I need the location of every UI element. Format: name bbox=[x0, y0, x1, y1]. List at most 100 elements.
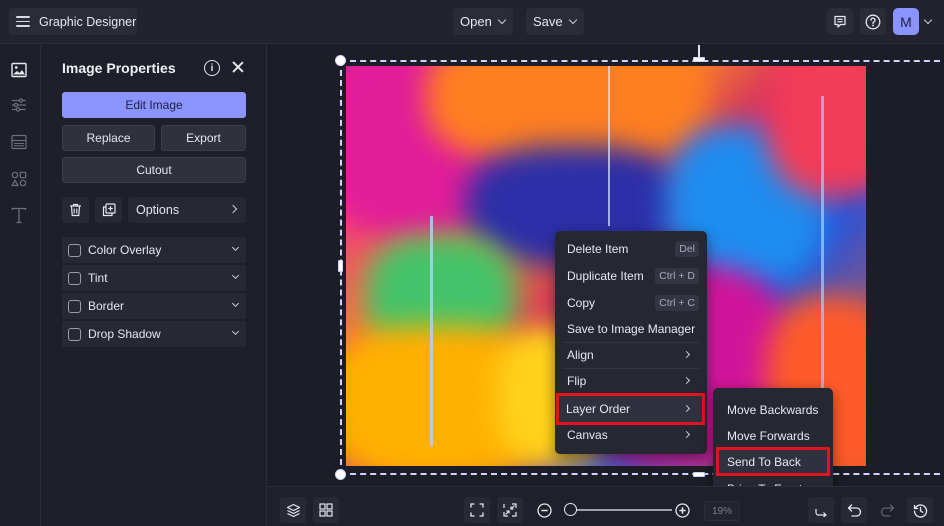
duplicate-button[interactable] bbox=[95, 197, 122, 223]
menu-item-label: Layer Order bbox=[566, 402, 631, 416]
menu-item-canvas[interactable]: Canvas bbox=[559, 423, 703, 447]
feedback-button[interactable] bbox=[827, 8, 853, 35]
rail-item-text[interactable] bbox=[10, 206, 28, 224]
shapes-icon bbox=[11, 171, 27, 187]
rail-item-shapes[interactable] bbox=[10, 170, 28, 188]
chevron-down-icon[interactable] bbox=[923, 15, 933, 25]
undo-button[interactable] bbox=[841, 497, 867, 523]
menu-item-copy[interactable]: Copy Ctrl + C bbox=[559, 291, 703, 315]
drop-shadow-checkbox[interactable] bbox=[68, 327, 81, 341]
menu-item-delete[interactable]: Delete Item Del bbox=[559, 237, 703, 261]
rail-item-image[interactable] bbox=[10, 61, 28, 79]
export-button[interactable]: Export bbox=[161, 125, 246, 151]
zoom-out-button[interactable] bbox=[531, 497, 557, 523]
grid-view-button[interactable] bbox=[313, 497, 339, 523]
resize-handle-top-left[interactable] bbox=[335, 55, 346, 66]
edit-image-button[interactable]: Edit Image bbox=[62, 92, 246, 118]
submenu-item-move-forwards[interactable]: Move Forwards bbox=[718, 423, 828, 448]
zoom-percentage[interactable]: 19% bbox=[704, 501, 740, 521]
options-label: Options bbox=[136, 203, 180, 217]
image-icon bbox=[11, 62, 27, 78]
history-button[interactable] bbox=[907, 497, 933, 523]
shrink-button[interactable] bbox=[497, 497, 523, 523]
menu-item-save-to-image-manager[interactable]: Save to Image Manager bbox=[559, 317, 703, 341]
resize-handle-top[interactable] bbox=[693, 57, 705, 62]
top-bar: Graphic Designer Open Save M bbox=[0, 0, 944, 44]
menu-item-align[interactable]: Align bbox=[559, 343, 703, 367]
zoom-slider-track[interactable] bbox=[568, 509, 672, 511]
color-overlay-checkbox[interactable] bbox=[68, 243, 81, 257]
context-menu: Delete Item Del Duplicate Item Ctrl + D … bbox=[555, 231, 707, 454]
resize-handle-bottom[interactable] bbox=[693, 472, 705, 477]
save-label: Save bbox=[533, 14, 563, 29]
shortcut-badge: Del bbox=[675, 241, 699, 257]
zoom-out-icon bbox=[536, 502, 552, 518]
fit-to-screen-button[interactable] bbox=[464, 497, 490, 523]
chevron-down-icon bbox=[568, 15, 577, 24]
rotate-icon bbox=[815, 509, 827, 517]
menu-item-label: Duplicate Item bbox=[567, 269, 644, 283]
expand-icon bbox=[470, 503, 484, 517]
redo-button[interactable] bbox=[874, 497, 900, 523]
delete-button[interactable] bbox=[62, 197, 89, 223]
options-button[interactable]: Options bbox=[128, 197, 246, 223]
text-icon bbox=[11, 207, 27, 223]
zoom-in-button[interactable] bbox=[669, 497, 695, 523]
layout-icon bbox=[11, 134, 27, 150]
save-menu-button[interactable]: Save bbox=[526, 8, 584, 35]
effect-drop-shadow[interactable]: Drop Shadow bbox=[62, 321, 246, 347]
submenu-item-send-to-back[interactable]: Send To Back bbox=[716, 447, 830, 476]
help-button[interactable] bbox=[860, 8, 886, 35]
menu-item-label: Copy bbox=[567, 296, 596, 310]
graphic-designer-app: Graphic Designer Open Save M Image Prope… bbox=[0, 0, 944, 526]
tint-checkbox[interactable] bbox=[68, 271, 81, 285]
panel-title: Image Properties bbox=[62, 60, 176, 76]
menu-item-layer-order[interactable]: Layer Order bbox=[556, 393, 705, 425]
effect-border[interactable]: Border bbox=[62, 293, 246, 319]
menu-item-label: Canvas bbox=[567, 428, 608, 442]
hamburger-menu-icon bbox=[16, 16, 30, 27]
redo-icon bbox=[880, 504, 894, 517]
bottom-toolbar: 19% bbox=[268, 486, 944, 526]
effect-label: Color Overlay bbox=[88, 243, 162, 257]
effect-tint[interactable]: Tint bbox=[62, 265, 246, 291]
app-menu-button[interactable]: Graphic Designer bbox=[9, 8, 137, 35]
duplicate-icon bbox=[102, 203, 116, 217]
chevron-down-icon bbox=[231, 327, 240, 336]
replace-button[interactable]: Replace bbox=[62, 125, 155, 151]
shrink-icon bbox=[503, 503, 517, 517]
info-icon[interactable]: i bbox=[204, 60, 220, 76]
undo-icon bbox=[847, 504, 861, 517]
rail-item-adjustments[interactable] bbox=[10, 96, 28, 114]
open-menu-button[interactable]: Open bbox=[453, 8, 513, 35]
effect-color-overlay[interactable]: Color Overlay bbox=[62, 237, 246, 263]
effect-label: Border bbox=[88, 299, 125, 313]
open-label: Open bbox=[460, 14, 492, 29]
rail-item-layout[interactable] bbox=[10, 133, 28, 151]
border-checkbox[interactable] bbox=[68, 299, 81, 313]
effect-label: Tint bbox=[88, 271, 108, 285]
submenu-item-move-backwards[interactable]: Move Backwards bbox=[718, 397, 828, 422]
cutout-button[interactable]: Cutout bbox=[62, 157, 246, 183]
menu-item-label: Delete Item bbox=[567, 242, 629, 256]
layers-button[interactable] bbox=[280, 497, 306, 523]
tool-rail bbox=[0, 45, 41, 526]
zoom-slider-handle[interactable] bbox=[564, 503, 578, 516]
chevron-right-icon bbox=[682, 350, 691, 359]
redo-alt-button[interactable] bbox=[808, 497, 834, 523]
chevron-right-icon bbox=[682, 430, 691, 439]
menu-item-flip[interactable]: Flip bbox=[559, 369, 703, 393]
sliders-icon bbox=[12, 98, 26, 112]
close-icon[interactable] bbox=[230, 59, 246, 75]
help-icon bbox=[865, 14, 881, 29]
rotation-handle-line[interactable] bbox=[698, 45, 700, 57]
resize-handle-bottom-left[interactable] bbox=[335, 469, 346, 480]
chevron-right-icon bbox=[682, 376, 691, 385]
effect-label: Drop Shadow bbox=[88, 327, 161, 341]
user-avatar[interactable]: M bbox=[893, 8, 919, 35]
shortcut-badge: Ctrl + D bbox=[655, 268, 699, 284]
resize-handle-left[interactable] bbox=[338, 260, 343, 272]
menu-item-duplicate[interactable]: Duplicate Item Ctrl + D bbox=[559, 264, 703, 288]
layers-icon bbox=[286, 503, 300, 517]
menu-item-label: Save to Image Manager bbox=[567, 322, 696, 336]
